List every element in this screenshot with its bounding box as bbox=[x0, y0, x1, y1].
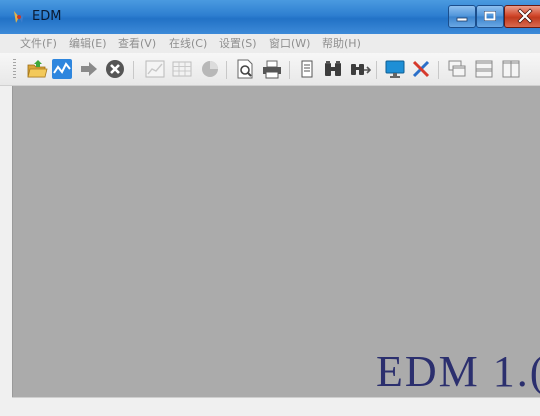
app-logo-icon bbox=[11, 9, 27, 25]
close-icon bbox=[517, 8, 533, 24]
toolbar bbox=[0, 53, 540, 86]
toolbar-grip[interactable] bbox=[13, 59, 16, 79]
cascade-windows-icon[interactable] bbox=[446, 58, 468, 80]
close-button[interactable] bbox=[504, 5, 540, 28]
maximize-button[interactable] bbox=[476, 5, 504, 28]
window-title: EDM bbox=[32, 9, 62, 24]
open-folder-icon[interactable] bbox=[26, 58, 48, 80]
tile-vertical-icon[interactable] bbox=[500, 58, 522, 80]
document-icon[interactable] bbox=[296, 58, 318, 80]
binoculars-icon[interactable] bbox=[322, 58, 344, 80]
pie-chart-icon[interactable] bbox=[199, 58, 221, 80]
line-chart-icon[interactable] bbox=[144, 58, 166, 80]
print-icon[interactable] bbox=[261, 58, 283, 80]
tile-horizontal-icon[interactable] bbox=[473, 58, 495, 80]
table-icon[interactable] bbox=[171, 58, 193, 80]
print-preview-icon[interactable] bbox=[234, 58, 256, 80]
window-left-frame bbox=[0, 86, 12, 416]
title-bar[interactable]: EDM bbox=[0, 0, 540, 34]
toolbar-separator bbox=[289, 61, 290, 79]
minimize-button[interactable] bbox=[448, 5, 476, 28]
menu-edit[interactable]: 编辑(E) bbox=[69, 37, 107, 50]
toolbar-separator bbox=[438, 61, 439, 79]
find-next-icon[interactable] bbox=[349, 58, 371, 80]
waveform-icon[interactable] bbox=[51, 58, 73, 80]
menu-window[interactable]: 窗口(W) bbox=[269, 37, 310, 50]
arrow-right-icon[interactable] bbox=[78, 58, 100, 80]
main-window: EDM 文件(F) 编辑(E) 查看(V) 在线(C) 设置(S) 窗口(W) … bbox=[0, 0, 540, 416]
status-bar bbox=[12, 397, 540, 416]
toolbar-separator bbox=[133, 61, 134, 79]
menu-online[interactable]: 在线(C) bbox=[169, 37, 207, 50]
maximize-icon bbox=[484, 11, 496, 21]
minimize-icon bbox=[456, 17, 468, 22]
toolbar-separator bbox=[376, 61, 377, 79]
menu-help[interactable]: 帮助(H) bbox=[322, 37, 361, 50]
menu-file[interactable]: 文件(F) bbox=[20, 37, 57, 50]
monitor-icon[interactable] bbox=[384, 58, 406, 80]
toolbar-separator bbox=[226, 61, 227, 79]
menu-bar: 文件(F) 编辑(E) 查看(V) 在线(C) 设置(S) 窗口(W) 帮助(H… bbox=[0, 34, 540, 53]
splash-version-text: EDM 1.( bbox=[376, 347, 540, 396]
menu-view[interactable]: 查看(V) bbox=[118, 37, 156, 50]
tools-icon[interactable] bbox=[410, 58, 432, 80]
menu-settings[interactable]: 设置(S) bbox=[219, 37, 257, 50]
stop-icon[interactable] bbox=[104, 58, 126, 80]
